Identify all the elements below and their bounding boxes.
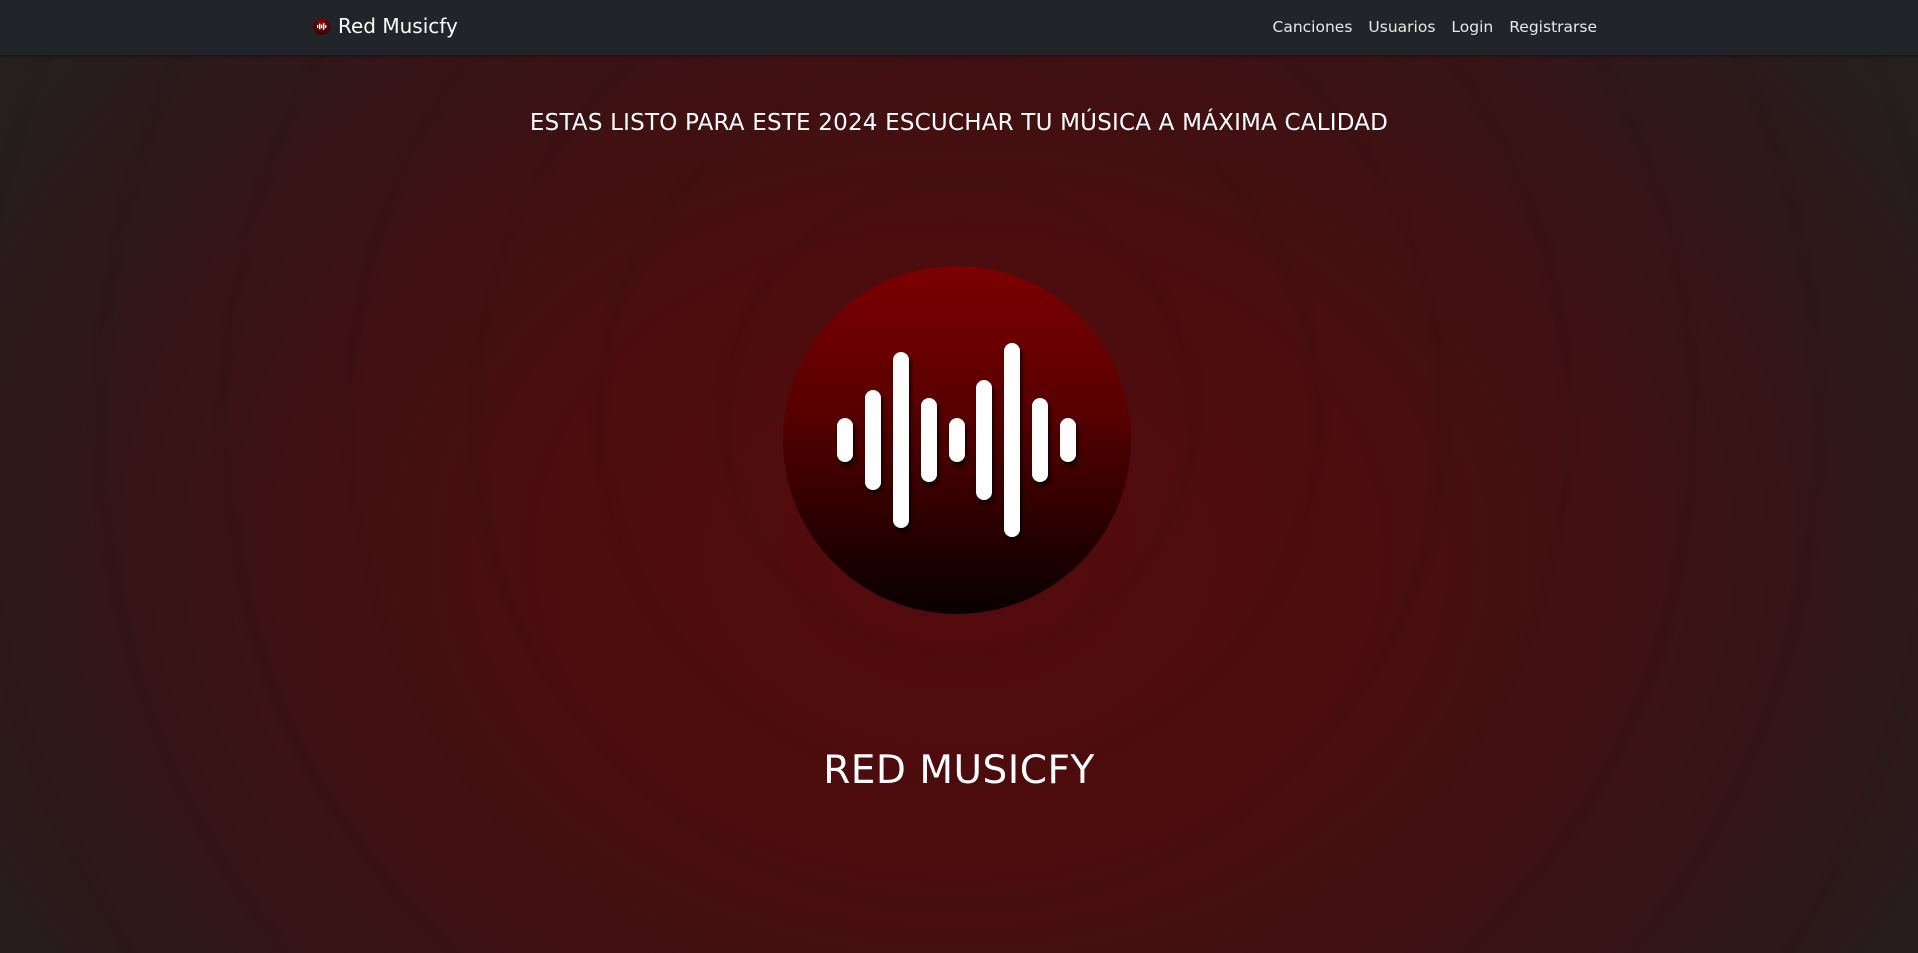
nav-link-canciones[interactable]: Canciones [1273, 18, 1353, 36]
sound-wave-logo-icon [313, 17, 330, 35]
sound-wave-logo-icon [783, 266, 1131, 614]
nav-link-registrarse[interactable]: Registrarse [1509, 18, 1597, 36]
hero-headline: ESTAS LISTO PARA ESTE 2024 ESCUCHAR TU M… [529, 110, 1389, 136]
navbar: Red Musicfy Canciones Usuarios Login Reg… [0, 0, 1918, 55]
nav-link-usuarios[interactable]: Usuarios [1368, 18, 1435, 36]
nav-links: Canciones Usuarios Login Registrarse [1273, 18, 1597, 36]
brand-link[interactable]: Red Musicfy [313, 14, 458, 38]
brand-name: Red Musicfy [338, 14, 458, 38]
hero-title: RED MUSICFY [823, 748, 1095, 793]
nav-link-login[interactable]: Login [1451, 18, 1493, 36]
